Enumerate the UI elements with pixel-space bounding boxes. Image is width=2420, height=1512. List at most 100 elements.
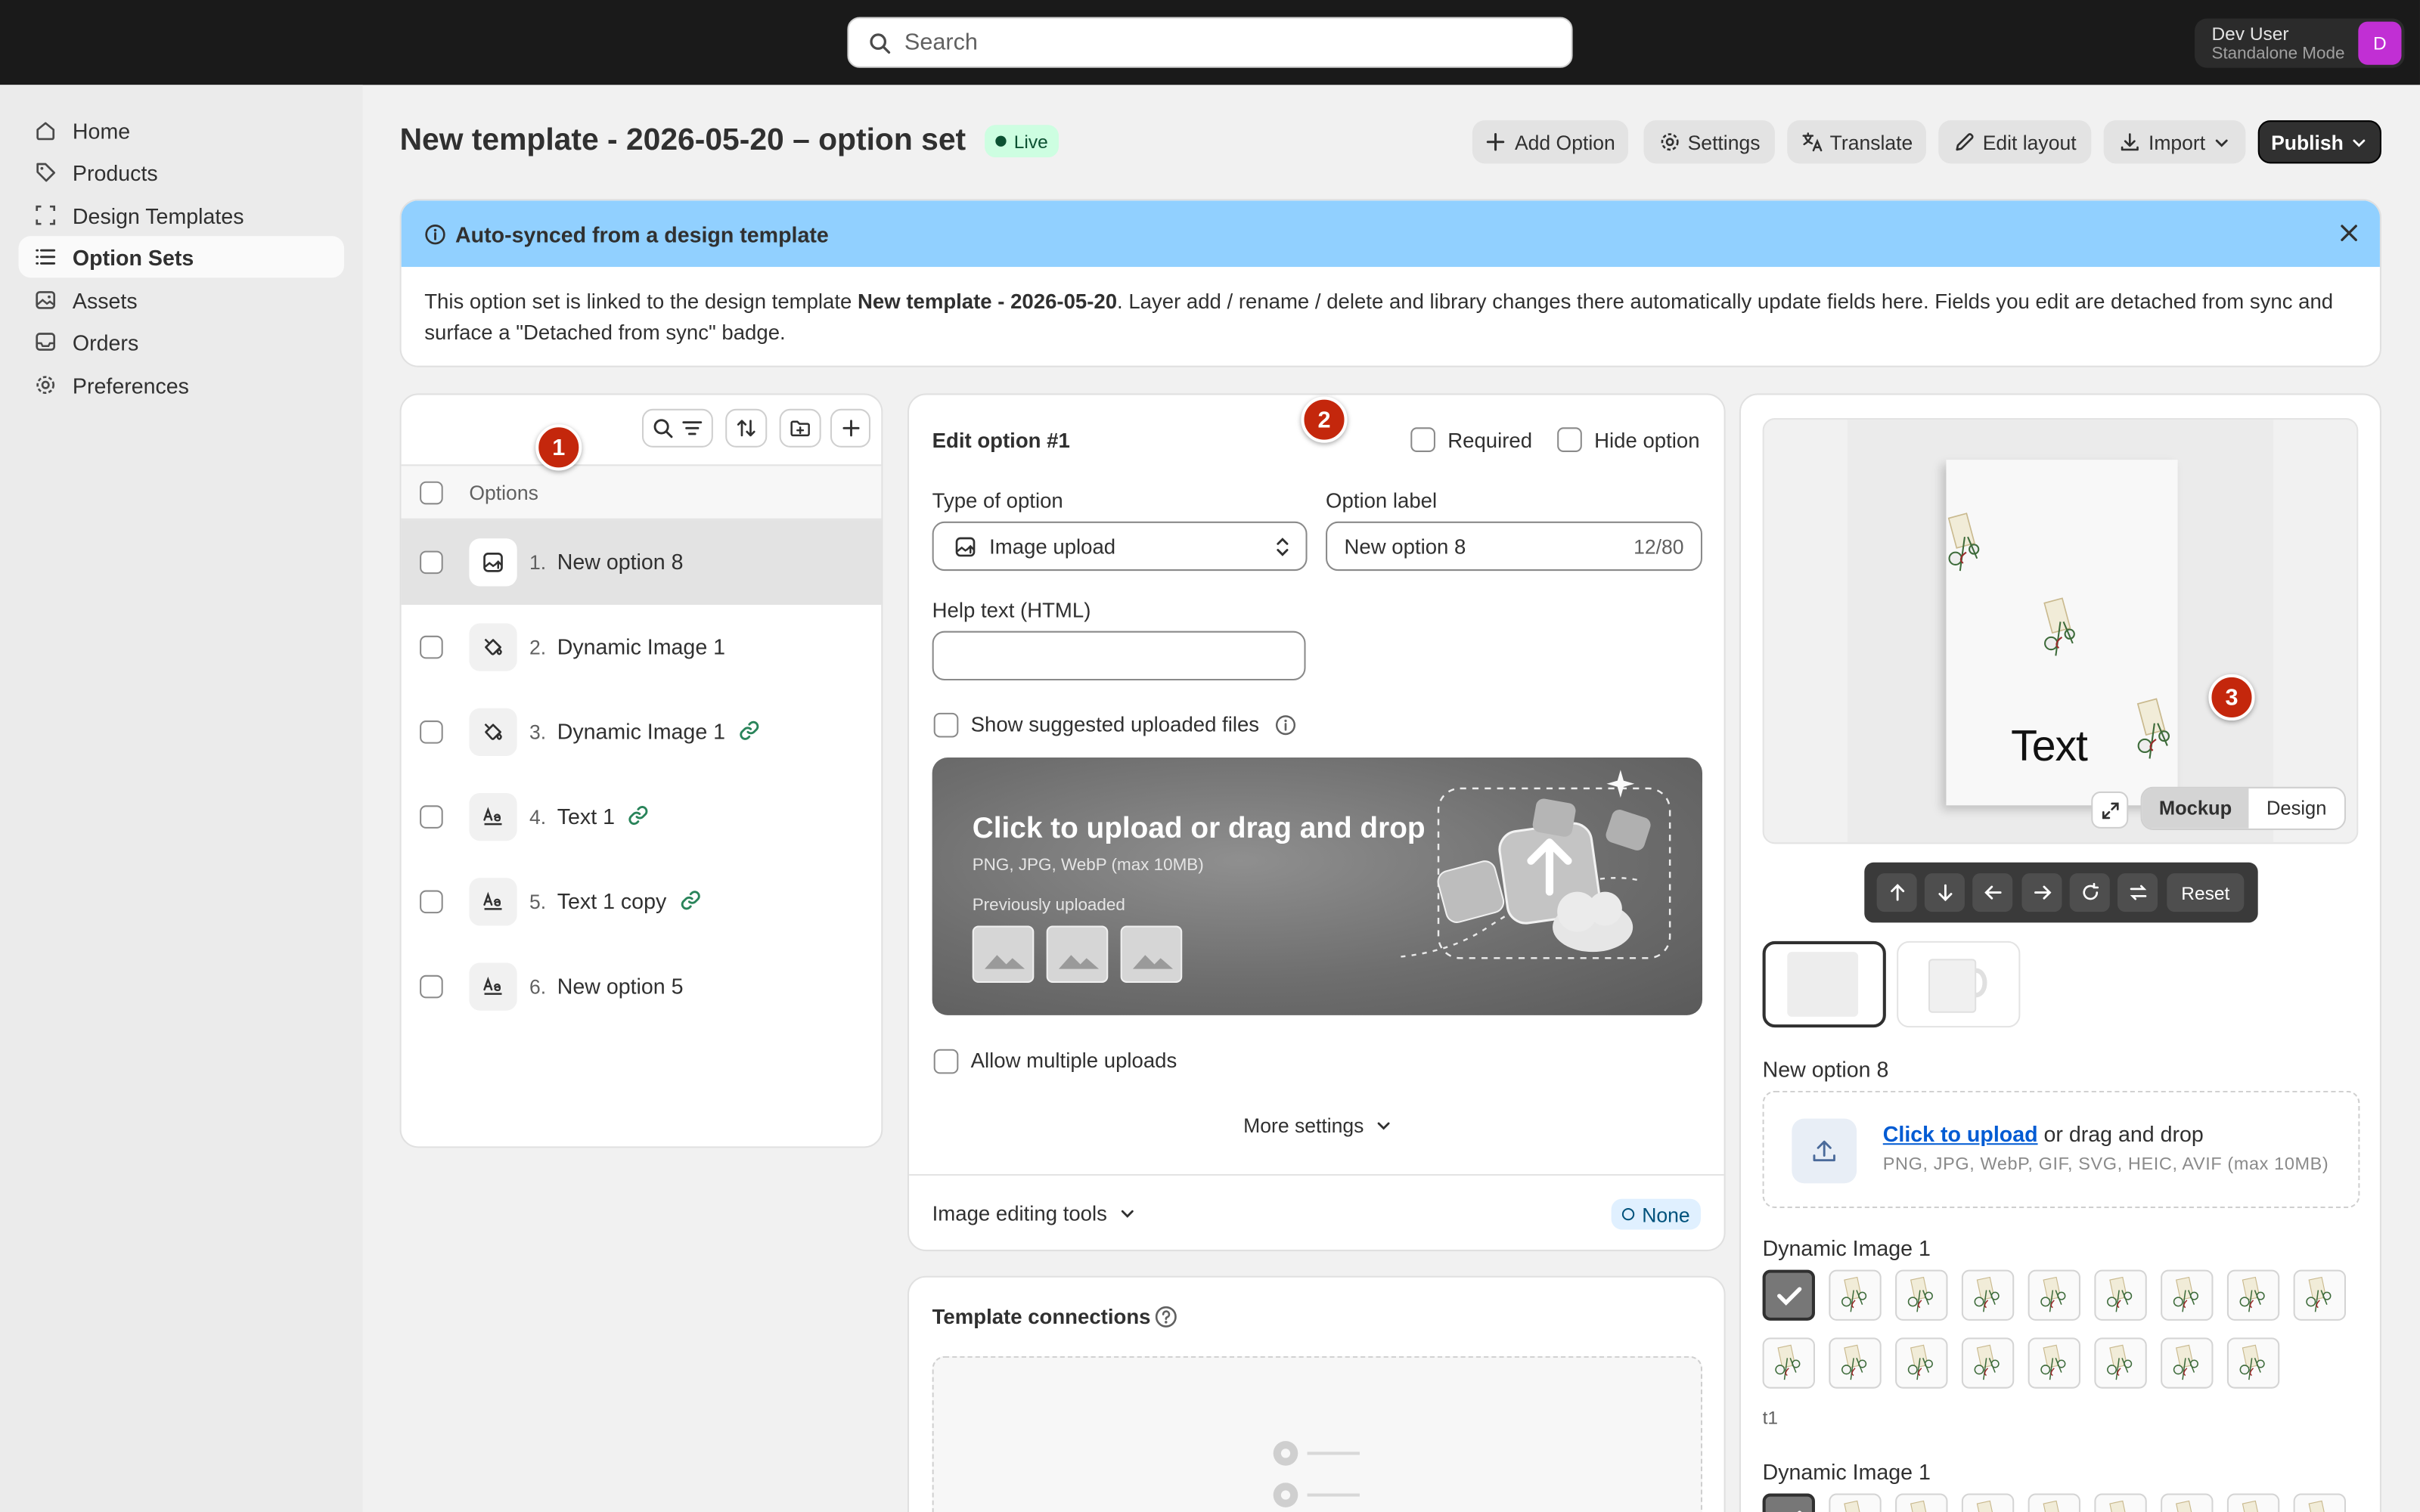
flip-button[interactable] xyxy=(2117,873,2158,912)
list-item[interactable]: 4. Text 1 xyxy=(402,774,882,859)
image-swatch[interactable] xyxy=(2094,1269,2147,1321)
image-swatch[interactable] xyxy=(2226,1269,2280,1321)
user-menu[interactable]: Dev User Standalone Mode D xyxy=(2195,18,2405,68)
image-swatch[interactable] xyxy=(2094,1493,2147,1512)
image-swatch[interactable] xyxy=(2293,1493,2347,1512)
sidebar-item-option-sets[interactable]: Option Sets xyxy=(18,236,345,278)
move-up-button[interactable] xyxy=(1876,873,1917,912)
mockup-preview[interactable]: Text Mockup Design xyxy=(1762,418,2359,844)
swatch-caption: t1 xyxy=(1762,1407,1779,1429)
new-folder-button[interactable] xyxy=(779,408,821,448)
search-input[interactable] xyxy=(904,29,1553,56)
option-label-value[interactable]: New option 8 xyxy=(1345,535,1466,559)
hide-option-checkbox[interactable] xyxy=(1557,427,1582,452)
avatar[interactable]: D xyxy=(2358,21,2402,65)
image-swatch[interactable] xyxy=(2028,1269,2080,1321)
select-all-checkbox[interactable] xyxy=(420,481,443,505)
image-swatch[interactable] xyxy=(1829,1493,1882,1512)
row-checkbox[interactable] xyxy=(420,550,443,575)
image-swatch[interactable] xyxy=(1762,1493,1815,1512)
variant-thumbnail-mug[interactable] xyxy=(1897,940,2021,1028)
required-checkbox[interactable] xyxy=(1410,427,1435,452)
row-checkbox[interactable] xyxy=(420,720,443,744)
move-down-button[interactable] xyxy=(1924,873,1965,912)
image-swatch[interactable] xyxy=(1961,1269,2015,1321)
list-item[interactable]: 2. Dynamic Image 1 xyxy=(402,605,882,689)
image-swatch[interactable] xyxy=(1762,1337,1815,1389)
image-swatch[interactable] xyxy=(2226,1337,2280,1389)
reset-button[interactable]: Reset xyxy=(2167,873,2245,912)
allow-multiple-checkbox[interactable] xyxy=(933,1049,959,1074)
type-select[interactable]: Image upload xyxy=(932,521,1308,572)
image-swatch[interactable] xyxy=(2293,1269,2347,1321)
add-option-button[interactable]: Add Option xyxy=(1472,120,1629,164)
sort-button[interactable] xyxy=(725,408,768,448)
row-checkbox[interactable] xyxy=(420,635,443,659)
uploaded-thumbnail[interactable] xyxy=(1120,925,1183,983)
expand-button[interactable] xyxy=(2091,791,2129,829)
search-filter-button[interactable] xyxy=(641,408,713,448)
show-suggested-checkbox[interactable] xyxy=(933,712,959,738)
gear-icon xyxy=(1660,133,1678,151)
help-text-field[interactable] xyxy=(932,631,1306,680)
row-checkbox[interactable] xyxy=(420,805,443,829)
variant-thumbnail-paper[interactable] xyxy=(1762,940,1886,1028)
import-button[interactable]: Import xyxy=(2103,120,2246,164)
uploaded-thumbnail[interactable] xyxy=(972,925,1035,983)
preview-paper: Text xyxy=(1946,460,2178,806)
image-swatch[interactable] xyxy=(2028,1493,2080,1512)
image-swatch[interactable] xyxy=(2226,1493,2280,1512)
more-settings-button[interactable]: More settings xyxy=(909,1114,1727,1137)
image-swatch[interactable] xyxy=(2161,1337,2214,1389)
uploaded-thumbnail[interactable] xyxy=(1046,925,1109,983)
list-item[interactable]: 1. New option 8 xyxy=(401,519,882,605)
image-swatch[interactable] xyxy=(1895,1337,1948,1389)
chevron-down-icon xyxy=(2215,138,2228,147)
file-dropzone[interactable]: Click to upload or drag and drop PNG, JP… xyxy=(1762,1090,2360,1208)
list-item[interactable]: 5. Text 1 copy xyxy=(402,860,882,944)
image-swatch[interactable] xyxy=(1961,1493,2015,1512)
edit-layout-button[interactable]: Edit layout xyxy=(1938,120,2092,164)
image-swatch[interactable] xyxy=(2161,1493,2214,1512)
image-swatch[interactable] xyxy=(1895,1269,1948,1321)
view-mode-toggle[interactable]: Mockup Design xyxy=(2140,786,2347,830)
translate-button[interactable]: Translate xyxy=(1787,120,1926,164)
sidebar-item-preferences[interactable]: Preferences xyxy=(18,364,344,406)
image-swatch[interactable] xyxy=(2094,1337,2147,1389)
sidebar-item-assets[interactable]: Assets xyxy=(18,279,344,321)
design-tab[interactable]: Design xyxy=(2248,789,2344,829)
image-swatch[interactable] xyxy=(1829,1269,1882,1321)
image-swatch[interactable] xyxy=(2161,1269,2214,1321)
row-checkbox[interactable] xyxy=(420,974,443,999)
flower-stamp-icon xyxy=(2242,1500,2260,1512)
image-swatch[interactable] xyxy=(1762,1269,1815,1321)
list-item[interactable]: 6. New option 5 xyxy=(402,944,882,1029)
list-item[interactable]: 3. Dynamic Image 1 xyxy=(402,689,882,774)
upload-icon xyxy=(1792,1118,1857,1184)
add-option-icon-button[interactable] xyxy=(830,408,871,448)
move-right-button[interactable] xyxy=(2021,873,2062,912)
image-editing-tools-toggle[interactable]: Image editing tools xyxy=(932,1202,1137,1225)
publish-button[interactable]: Publish xyxy=(2257,120,2381,164)
option-label-field[interactable]: New option 8 12/80 xyxy=(1326,521,1703,572)
sidebar-item-design-templates[interactable]: Design Templates xyxy=(18,194,344,236)
click-to-upload-link[interactable]: Click to upload xyxy=(1883,1122,2038,1147)
settings-button[interactable]: Settings xyxy=(1643,120,1775,164)
upload-dropzone[interactable]: Click to upload or drag and drop PNG, JP… xyxy=(932,758,1703,1015)
rotate-button[interactable] xyxy=(2069,873,2110,912)
sidebar-item-products[interactable]: Products xyxy=(18,151,344,193)
info-icon[interactable] xyxy=(1275,714,1297,736)
sidebar-item-home[interactable]: Home xyxy=(18,110,344,151)
image-swatch[interactable] xyxy=(1829,1337,1882,1389)
image-swatch[interactable] xyxy=(1895,1493,1948,1512)
image-swatch[interactable] xyxy=(2028,1337,2080,1389)
text-icon xyxy=(469,962,517,1011)
image-swatch[interactable] xyxy=(1961,1337,2015,1389)
sidebar-item-orders[interactable]: Orders xyxy=(18,321,344,362)
global-search[interactable] xyxy=(847,17,1573,68)
move-left-button[interactable] xyxy=(1972,873,2013,912)
help-icon[interactable] xyxy=(1155,1306,1178,1329)
row-checkbox[interactable] xyxy=(420,890,443,914)
close-icon[interactable] xyxy=(2337,221,2362,246)
mockup-tab[interactable]: Mockup xyxy=(2142,788,2249,829)
